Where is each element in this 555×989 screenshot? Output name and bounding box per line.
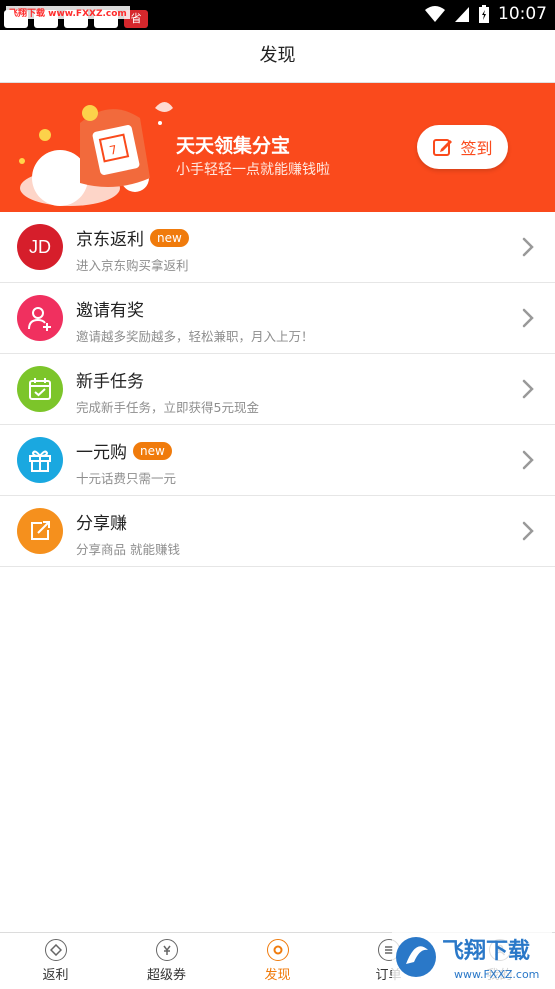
- list-item-newbie-task[interactable]: 新手任务 完成新手任务，立即获得5元现金: [0, 354, 555, 425]
- watermark-text: 飞翔下载 www.FXXZ.com: [6, 6, 130, 19]
- new-badge: new: [133, 441, 172, 460]
- system-status: 10:07: [424, 4, 547, 24]
- list-item-title-row: 邀请有奖: [76, 296, 144, 321]
- list-item-title-row: 京东返利 new: [76, 225, 189, 250]
- status-bar: 省 飞翔下载 www.FXXZ.com 10:07: [0, 0, 555, 30]
- tab-super-coupon[interactable]: 超级券: [111, 933, 222, 989]
- sign-in-button[interactable]: 签到: [417, 125, 508, 169]
- page-title: 发现: [259, 45, 296, 66]
- coin-bag-illustration: 7: [19, 102, 173, 206]
- discover-list: JD 京东返利 new 进入京东购买拿返利 邀请有奖 邀请越多奖励越多，轻松兼职…: [0, 212, 555, 567]
- page-header: 发现: [0, 30, 555, 83]
- clock: 10:07: [498, 4, 547, 24]
- list-item-title: 分享赚: [76, 514, 127, 534]
- discover-icon: [266, 939, 289, 961]
- sign-in-label: 签到: [460, 139, 493, 158]
- list-item-jd-rebate[interactable]: JD 京东返利 new 进入京东购买拿返利: [0, 212, 555, 283]
- chevron-right-icon: [522, 521, 534, 541]
- tab-label: 超级券: [146, 968, 186, 983]
- list-item-subtitle: 完成新手任务，立即获得5元现金: [76, 400, 259, 415]
- jd-icon-text: JD: [29, 236, 51, 257]
- list-item-title: 邀请有奖: [76, 301, 144, 321]
- list-item-title: 一元购: [76, 443, 127, 463]
- watermark-title: 飞翔下载: [442, 938, 530, 964]
- watermark-url: www.FXXZ.com: [454, 968, 539, 981]
- list-item-share-earn[interactable]: 分享赚 分享商品 就能赚钱: [0, 496, 555, 567]
- coupon-icon: [155, 939, 178, 961]
- list-item-invite[interactable]: 邀请有奖 邀请越多奖励越多，轻松兼职，月入上万！: [0, 283, 555, 354]
- list-item-title-row: 新手任务: [76, 367, 144, 392]
- jd-icon: JD: [17, 224, 63, 270]
- list-item-title: 新手任务: [76, 372, 144, 392]
- list-item-subtitle: 十元话费只需一元: [76, 471, 177, 486]
- list-item-subtitle: 分享商品 就能赚钱: [76, 542, 180, 557]
- battery-icon: [479, 5, 489, 23]
- rebate-icon: [44, 939, 67, 961]
- signal-icon: [455, 7, 469, 22]
- list-item-title: 京东返利: [76, 230, 144, 250]
- edit-icon: [433, 139, 453, 156]
- calendar-check-icon: [17, 366, 63, 412]
- chevron-right-icon: [522, 450, 534, 470]
- chevron-right-icon: [522, 308, 534, 328]
- watermark-logo: 飞翔下载 www.FXXZ.com: [392, 928, 552, 986]
- share-icon: [17, 508, 63, 554]
- list-item-title-row: 分享赚: [76, 509, 127, 534]
- list-item-one-yuan[interactable]: 一元购 new 十元话费只需一元: [0, 425, 555, 496]
- wifi-icon: [425, 6, 445, 22]
- tab-discover[interactable]: 发现: [222, 933, 333, 989]
- sign-in-banner[interactable]: 7 天天领集分宝 小手轻轻一点就能赚钱啦 签到: [0, 83, 555, 212]
- list-item-subtitle: 进入京东购买拿返利: [76, 258, 189, 273]
- tab-label: 返利: [42, 968, 69, 983]
- list-item-title-row: 一元购 new: [76, 438, 172, 463]
- invite-user-icon: [17, 295, 63, 341]
- gift-icon: [17, 437, 63, 483]
- banner-subtitle: 小手轻轻一点就能赚钱啦: [176, 162, 330, 178]
- list-item-subtitle: 邀请越多奖励越多，轻松兼职，月入上万！: [76, 329, 314, 344]
- chevron-right-icon: [522, 237, 534, 257]
- tab-rebate[interactable]: 返利: [0, 933, 111, 989]
- chevron-right-icon: [522, 379, 534, 399]
- tab-label: 发现: [264, 968, 291, 983]
- banner-title: 天天领集分宝: [176, 135, 291, 157]
- new-badge: new: [150, 228, 189, 247]
